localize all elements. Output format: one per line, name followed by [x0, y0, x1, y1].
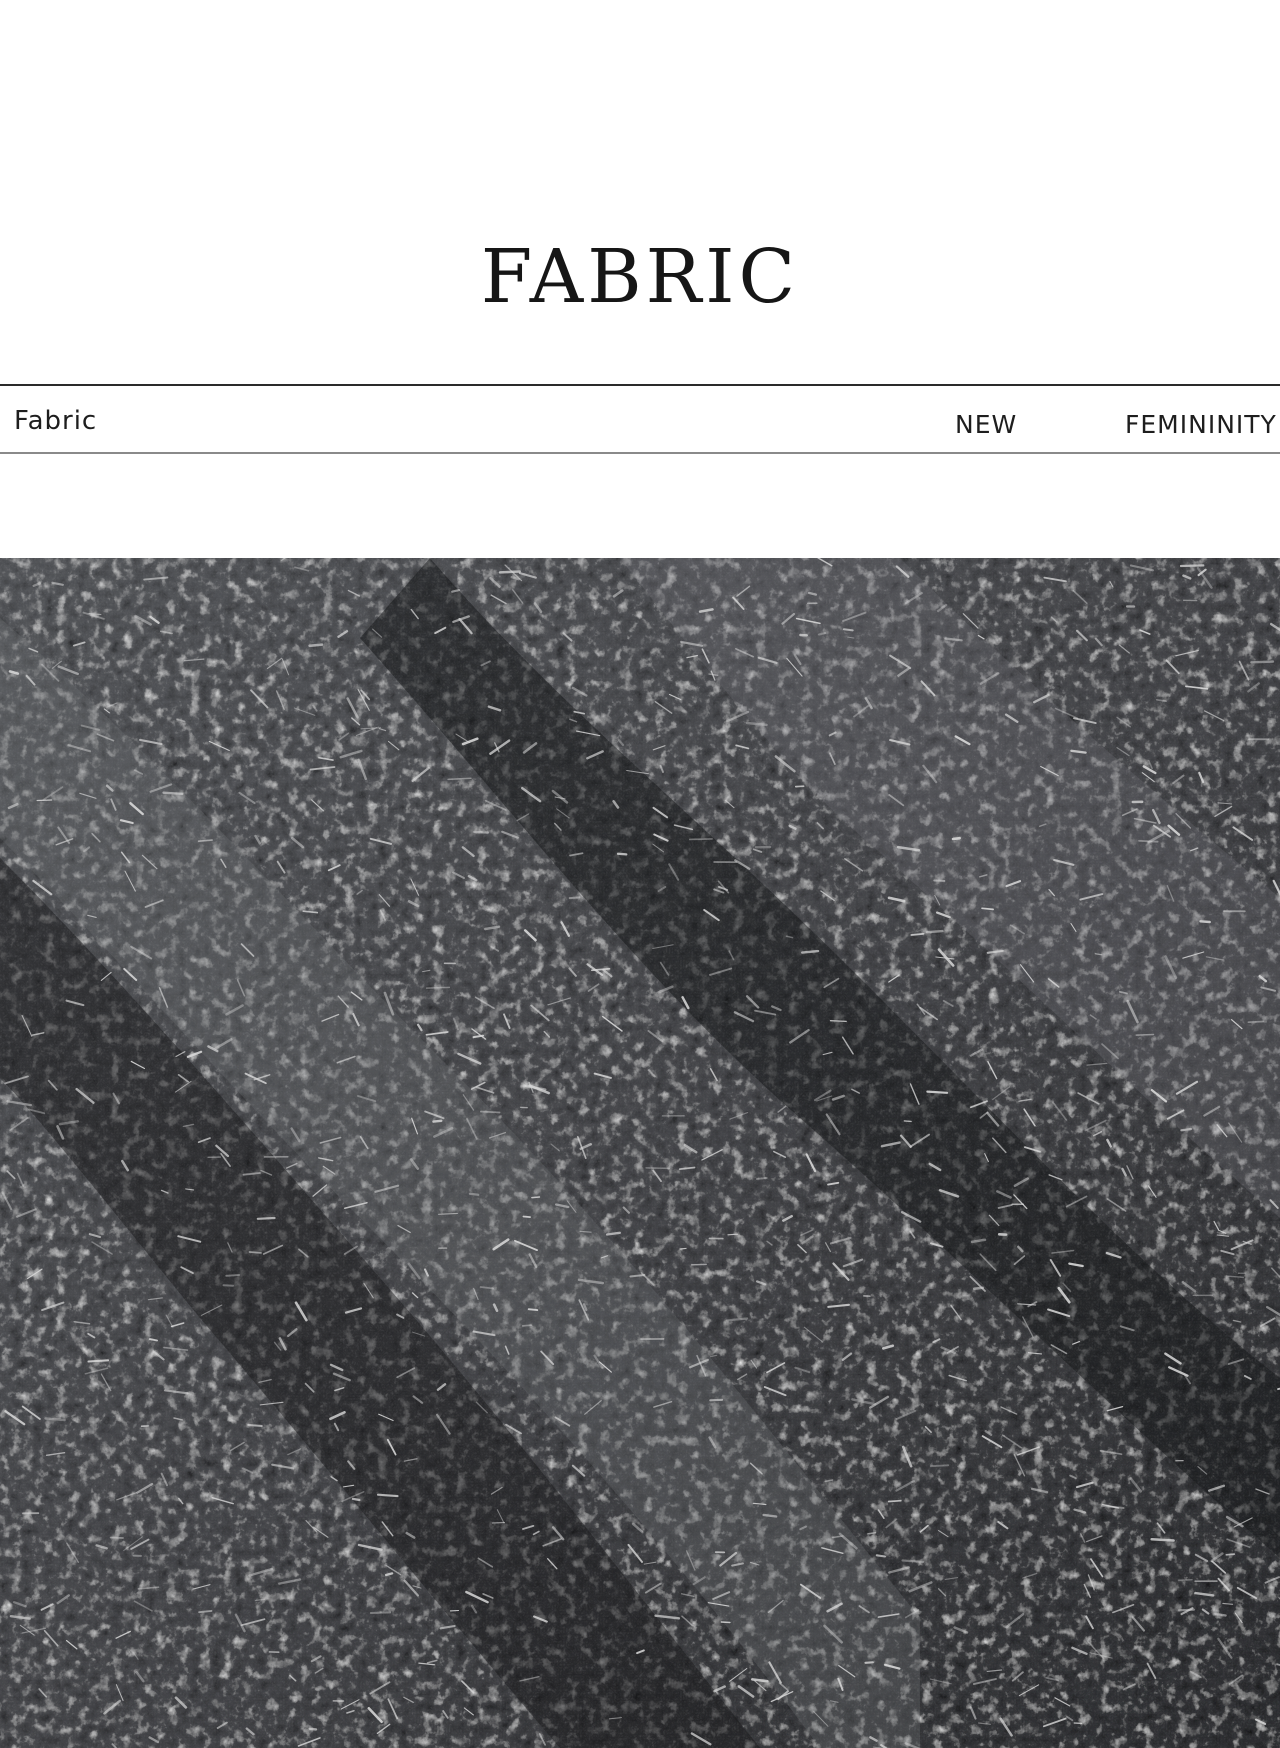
tag-femininity: FEMININITY — [1125, 410, 1277, 439]
tag-new: NEW — [955, 410, 1018, 439]
section-label: Fabric — [14, 406, 98, 436]
fabric-photo — [0, 558, 1280, 1748]
fabric-texture-icon — [0, 558, 1280, 1748]
page-title: FABRIC — [480, 234, 800, 320]
info-strip: Fabric NEW FEMININITY — [0, 384, 1280, 454]
